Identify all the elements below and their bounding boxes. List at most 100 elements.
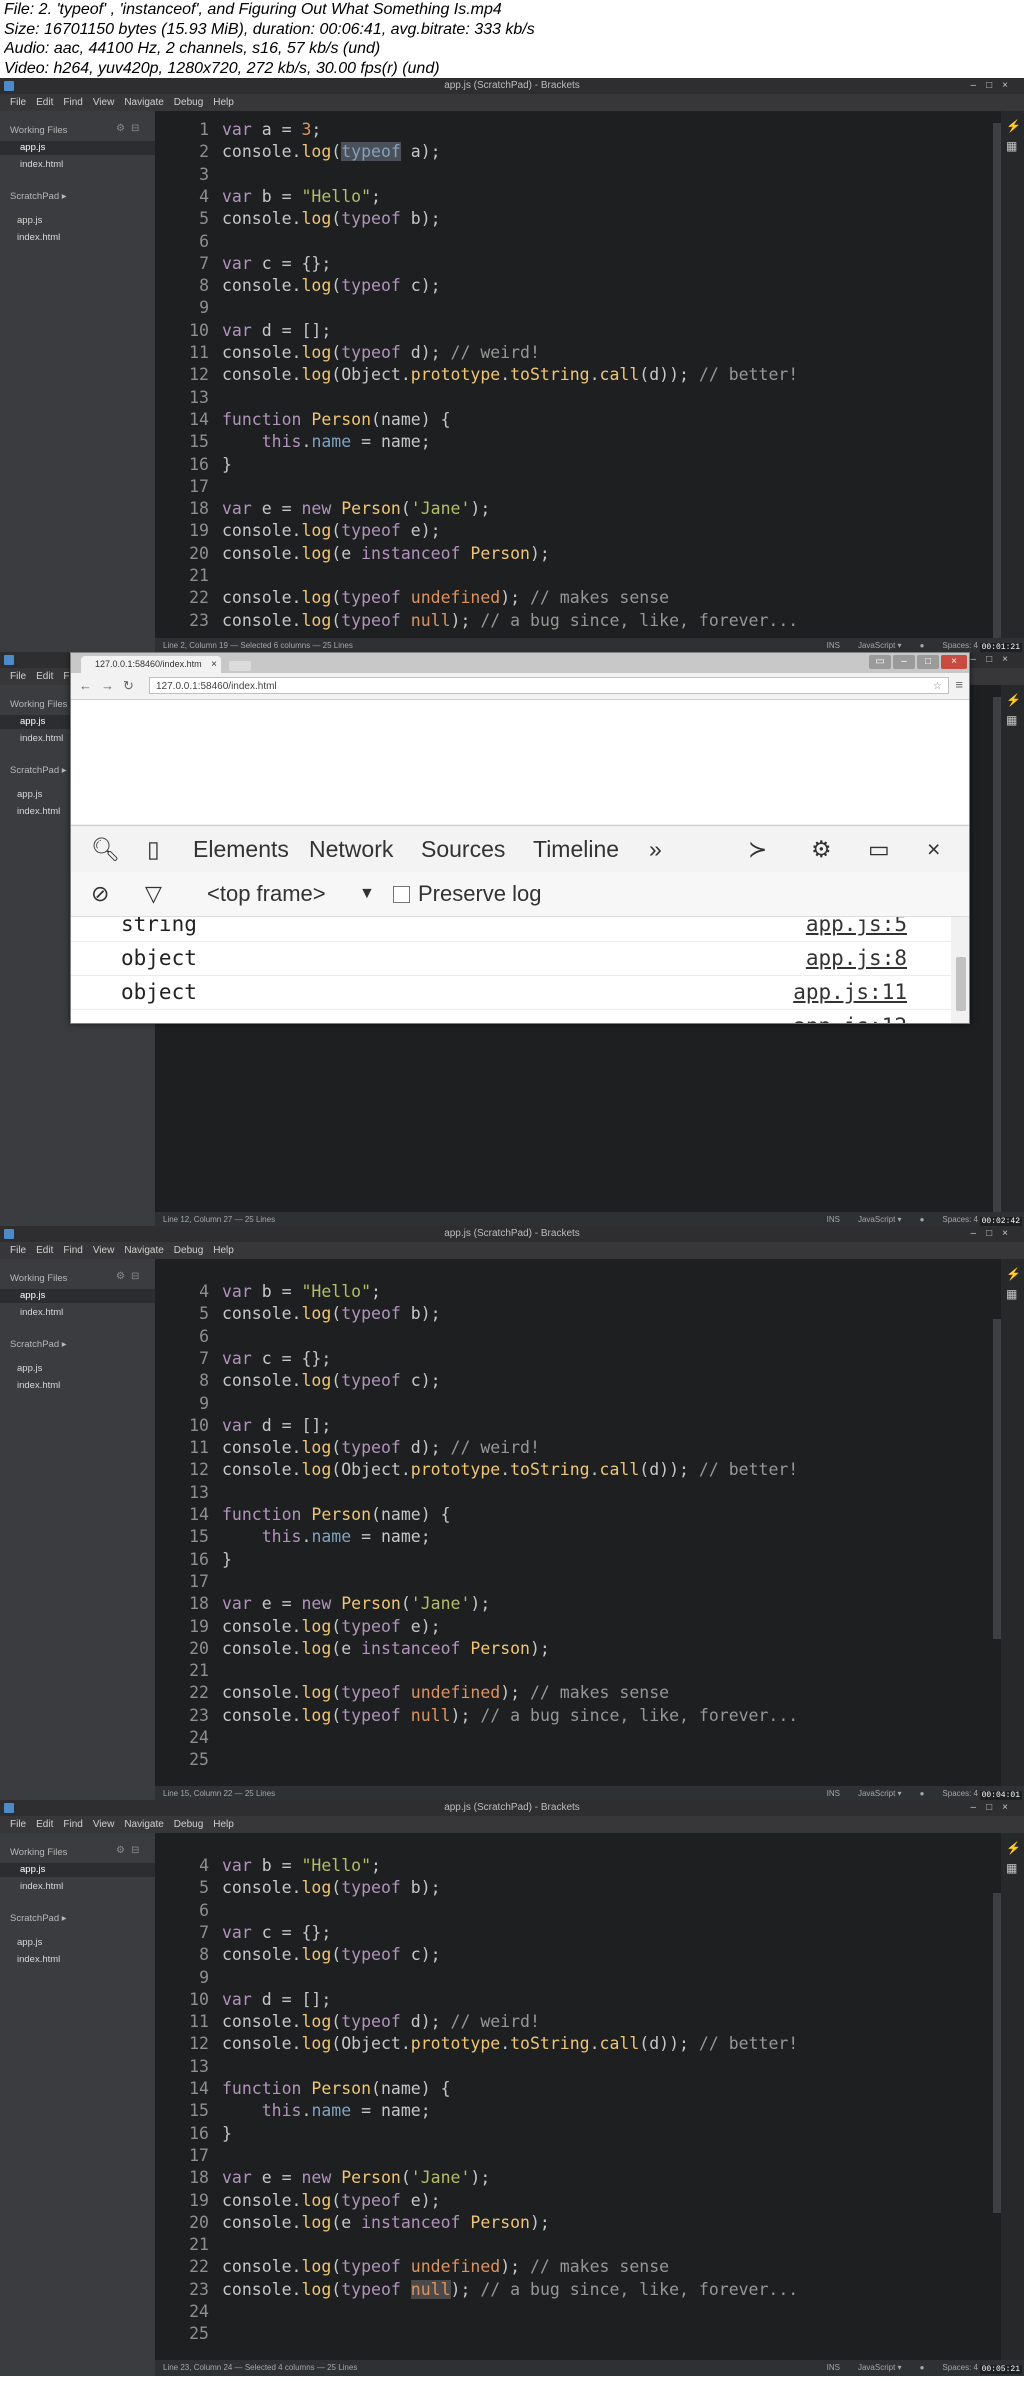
browser-tab[interactable]: 127.0.0.1:58460/index.htm × — [81, 656, 221, 673]
menu-file[interactable]: File — [0, 668, 26, 685]
code-editor[interactable]: 4 var b = "Hello"; 5 console.log(typeof b);… — [155, 1259, 1001, 1786]
editor-scrollbar[interactable] — [993, 697, 1001, 1228]
editor-scrollbar[interactable] — [993, 1319, 1001, 1639]
back-icon[interactable]: ← — [79, 678, 92, 693]
preserve-log-checkbox[interactable] — [393, 886, 410, 903]
working-files-gear-icon[interactable]: ⚙⊟ — [116, 1271, 145, 1282]
code-editor[interactable]: 4 var b = "Hello"; 5 console.log(typeof b);… — [155, 1833, 1001, 2360]
project-file-app-js[interactable]: app.js — [17, 1937, 42, 1948]
scratchpad-header[interactable]: ScratchPad ▸ — [10, 1339, 67, 1350]
ins-mode[interactable]: INS — [827, 1789, 840, 1798]
menu-find[interactable]: Find — [53, 1816, 82, 1833]
working-files-gear-icon[interactable]: ⚙⊟ — [116, 1845, 145, 1856]
user-icon[interactable]: ▭ — [869, 655, 891, 669]
menu-edit[interactable]: Edit — [26, 94, 53, 111]
project-file-index-html[interactable]: index.html — [17, 232, 60, 243]
console-source-link[interactable]: app.js:5 — [806, 917, 907, 941]
indent-setting[interactable]: Spaces: 4 — [942, 1215, 978, 1224]
inspect-search-icon[interactable]: 🔍︎ — [91, 826, 120, 872]
forward-icon[interactable]: → — [101, 678, 114, 693]
menu-file[interactable]: File — [0, 1242, 26, 1259]
working-file-index-html[interactable]: index.html — [20, 1881, 63, 1892]
menu-help[interactable]: Help — [203, 1242, 234, 1259]
editor-scrollbar[interactable] — [993, 123, 1001, 654]
ins-mode[interactable]: INS — [827, 1215, 840, 1224]
devtools-tab-more[interactable]: » — [649, 826, 662, 872]
maximize-icon[interactable]: □ — [917, 655, 939, 669]
project-file-index-html[interactable]: index.html — [17, 806, 60, 817]
working-file-index-html[interactable]: index.html — [20, 733, 63, 744]
devtools-tab-network[interactable]: Network — [309, 826, 393, 872]
working-file-app-js[interactable]: app.js — [20, 716, 45, 727]
scratchpad-header[interactable]: ScratchPad ▸ — [10, 1913, 67, 1924]
console-drawer-icon[interactable]: ≻ — [748, 826, 767, 872]
working-file-index-html[interactable]: index.html — [20, 1307, 63, 1318]
language-select[interactable]: JavaScript ▾ — [858, 641, 902, 650]
devtools-close-icon[interactable]: × — [927, 826, 940, 872]
console-source-link[interactable]: app.js:8 — [806, 941, 907, 975]
menu-icon[interactable]: ≡ — [955, 677, 963, 692]
editor-scrollbar[interactable] — [993, 1893, 1001, 2213]
code-editor[interactable]: 1 var a = 3; 2 console.log(typeof a); 3 4 var … — [155, 111, 1001, 638]
minimize-icon[interactable]: – — [893, 655, 915, 669]
window-controls[interactable]: –□× — [971, 1226, 1018, 1242]
project-file-index-html[interactable]: index.html — [17, 1954, 60, 1965]
devtools-tab-timeline[interactable]: Timeline — [533, 826, 619, 872]
indent-setting[interactable]: Spaces: 4 — [942, 2363, 978, 2372]
device-mode-icon[interactable]: ▯ — [147, 826, 160, 872]
settings-gear-icon[interactable]: ⚙ — [811, 826, 832, 872]
menu-navigate[interactable]: Navigate — [114, 94, 163, 111]
frame-select-chevron-down-icon[interactable]: ▼ — [359, 872, 375, 916]
language-select[interactable]: JavaScript ▾ — [858, 1789, 902, 1798]
project-file-index-html[interactable]: index.html — [17, 1380, 60, 1391]
working-file-app-js[interactable]: app.js — [20, 1864, 45, 1875]
working-file-app-js[interactable]: app.js — [20, 142, 45, 153]
menu-debug[interactable]: Debug — [164, 94, 203, 111]
menu-debug[interactable]: Debug — [164, 1816, 203, 1833]
console-scrollbar[interactable] — [953, 917, 969, 1023]
address-bar[interactable]: 127.0.0.1:58460/index.html ☆ — [149, 677, 949, 694]
live-preview-icon[interactable]: ⚡ — [1006, 120, 1021, 132]
indent-setting[interactable]: Spaces: 4 — [942, 641, 978, 650]
indent-setting[interactable]: Spaces: 4 — [942, 1789, 978, 1798]
close-window-icon[interactable]: × — [941, 655, 967, 669]
menu-find[interactable]: Find — [53, 94, 82, 111]
ins-mode[interactable]: INS — [827, 2363, 840, 2372]
live-preview-icon[interactable]: ⚡ — [1006, 1842, 1021, 1854]
frame-select[interactable]: <top frame> — [207, 872, 326, 916]
devtools-tab-sources[interactable]: Sources — [421, 826, 505, 872]
extension-manager-icon[interactable]: ▦ — [1006, 714, 1019, 726]
scratchpad-header[interactable]: ScratchPad ▸ — [10, 765, 67, 776]
window-controls[interactable]: –□× — [971, 78, 1018, 94]
project-file-app-js[interactable]: app.js — [17, 789, 42, 800]
menu-debug[interactable]: Debug — [164, 1242, 203, 1259]
ins-mode[interactable]: INS — [827, 641, 840, 650]
reload-icon[interactable]: ↻ — [123, 678, 134, 694]
tab-close-icon[interactable]: × — [211, 656, 217, 673]
menu-navigate[interactable]: Navigate — [114, 1816, 163, 1833]
window-controls[interactable]: –□× — [971, 652, 1018, 668]
working-file-index-html[interactable]: index.html — [20, 159, 63, 170]
menu-file[interactable]: File — [0, 94, 26, 111]
new-tab-button[interactable] — [229, 661, 251, 671]
menu-edit[interactable]: Edit — [26, 1242, 53, 1259]
filter-icon[interactable]: ▽ — [145, 872, 162, 916]
dock-side-icon[interactable]: ▭ — [868, 826, 890, 872]
language-select[interactable]: JavaScript ▾ — [858, 1215, 902, 1224]
language-select[interactable]: JavaScript ▾ — [858, 2363, 902, 2372]
devtools-tab-elements[interactable]: Elements — [193, 826, 289, 872]
scratchpad-header[interactable]: ScratchPad ▸ — [10, 191, 67, 202]
extension-manager-icon[interactable]: ▦ — [1006, 1288, 1019, 1300]
menu-navigate[interactable]: Navigate — [114, 1242, 163, 1259]
menu-edit[interactable]: Edit — [26, 1816, 53, 1833]
extension-manager-icon[interactable]: ▦ — [1006, 1862, 1019, 1874]
menu-view[interactable]: View — [83, 1242, 115, 1259]
working-file-app-js[interactable]: app.js — [20, 1290, 45, 1301]
clear-console-icon[interactable]: ⊘ — [91, 872, 109, 916]
menu-help[interactable]: Help — [203, 94, 234, 111]
window-controls[interactable]: –□× — [971, 1800, 1018, 1816]
menu-file[interactable]: File — [0, 1816, 26, 1833]
console-source-link[interactable]: app.js:12 — [793, 1009, 907, 1023]
menu-view[interactable]: View — [83, 1816, 115, 1833]
console-source-link[interactable]: app.js:11 — [793, 975, 907, 1009]
